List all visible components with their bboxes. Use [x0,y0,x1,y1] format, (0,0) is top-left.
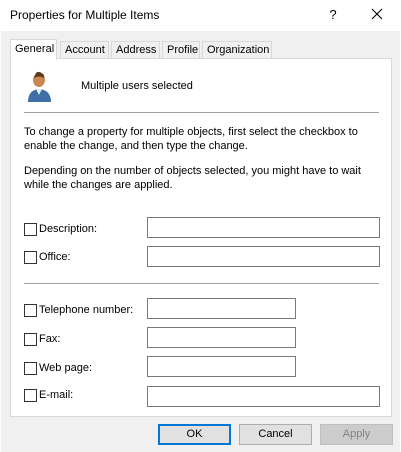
wait-note-text: Depending on the number of objects selec… [24,165,361,191]
fax-label: Fax: [39,333,61,345]
email-label: E-mail: [39,389,74,401]
fax-checkbox[interactable] [24,332,37,346]
instructions-text: To change a property for multiple object… [24,126,358,152]
tab-organization[interactable]: Organization [202,41,272,59]
web-page-checkbox[interactable] [24,361,37,375]
ok-button[interactable]: OK [158,424,231,445]
separator [24,112,379,113]
office-label: Office: [39,251,71,263]
description-checkbox-row[interactable]: Description: [24,222,97,236]
close-button[interactable] [362,2,392,28]
tab-profile[interactable]: Profile [162,41,200,59]
web-page-label: Web page: [39,362,93,374]
window-title: Properties for Multiple Items [10,8,160,22]
tab-account[interactable]: Account [60,41,109,59]
telephone-label: Telephone number: [39,304,134,316]
telephone-checkbox-row[interactable]: Telephone number: [24,303,133,317]
tab-general[interactable]: General [10,39,57,60]
title-bar: Properties for Multiple Items ? [0,0,401,31]
email-checkbox[interactable] [24,388,37,402]
selection-summary: Multiple users selected [81,80,193,92]
office-checkbox[interactable] [24,250,37,264]
separator [24,283,379,284]
office-field[interactable] [147,246,380,267]
user-icon [28,71,51,102]
fax-checkbox-row[interactable]: Fax: [24,332,60,346]
apply-button[interactable]: Apply [320,424,393,445]
email-checkbox-row[interactable]: E-mail: [24,388,73,402]
web-page-field[interactable] [147,356,296,377]
fax-field[interactable] [147,327,296,348]
telephone-checkbox[interactable] [24,303,37,317]
office-checkbox-row[interactable]: Office: [24,250,71,264]
web-page-checkbox-row[interactable]: Web page: [24,361,92,375]
description-checkbox[interactable] [24,222,37,236]
email-field[interactable] [147,386,380,407]
description-label: Description: [39,223,98,235]
help-button[interactable]: ? [320,2,346,28]
tab-address[interactable]: Address [111,41,160,59]
close-icon [371,8,383,20]
cancel-button[interactable]: Cancel [239,424,312,445]
description-field[interactable] [147,217,380,238]
telephone-field[interactable] [147,298,296,319]
